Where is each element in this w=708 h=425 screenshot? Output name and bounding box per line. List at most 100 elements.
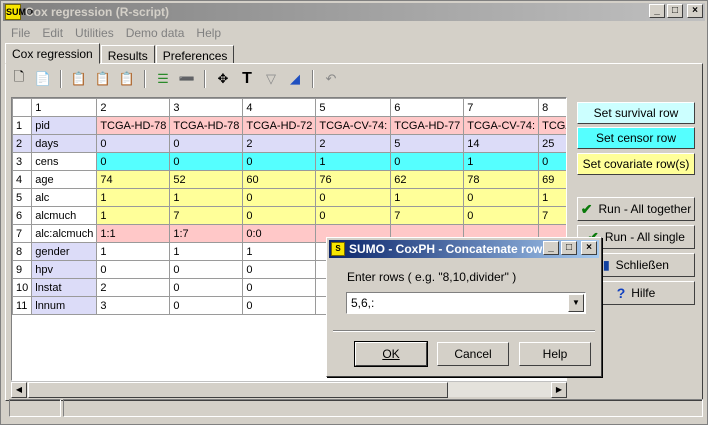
grid-cell[interactable]: 78 — [463, 170, 540, 189]
horizontal-scrollbar[interactable]: ◀ ▶ — [11, 381, 567, 398]
tab-cox-regression[interactable]: Cox regression — [5, 43, 100, 64]
grid-cell[interactable]: 1 — [463, 152, 540, 171]
close-button[interactable]: × — [687, 4, 703, 18]
cancel-button[interactable]: Cancel — [437, 342, 509, 366]
column-header[interactable]: 5 — [315, 98, 392, 117]
grid-cell[interactable]: 5 — [390, 134, 465, 153]
grid-cell[interactable]: 60 — [242, 170, 317, 189]
dialog-close-button[interactable]: × — [581, 241, 597, 255]
grid-cell[interactable]: 0 — [169, 260, 244, 279]
grid-cell[interactable]: 2 — [242, 134, 317, 153]
remove-row-icon[interactable]: ➖ — [177, 69, 197, 89]
dialog-help-button[interactable]: Help — [519, 342, 591, 366]
row-name-cell[interactable]: alcmuch — [31, 206, 98, 225]
row-number[interactable]: 6 — [12, 206, 33, 225]
grid-cell[interactable]: 0 — [242, 152, 317, 171]
dialog-maximize-button[interactable]: □ — [561, 241, 577, 255]
grid-cell[interactable]: 1 — [169, 188, 244, 207]
scroll-left-icon[interactable]: ◀ — [11, 382, 27, 398]
menu-file[interactable]: File — [5, 24, 36, 42]
grid-cell[interactable]: 1 — [538, 188, 566, 207]
grid-cell[interactable]: 2 — [96, 278, 171, 297]
grid-cell[interactable]: 1 — [96, 188, 171, 207]
row-number[interactable]: 10 — [12, 278, 33, 297]
row-name-cell[interactable]: lnnum — [31, 296, 98, 315]
grid-cell[interactable]: TCGA-HD-72 — [242, 116, 317, 135]
grid-cell[interactable]: 0 — [242, 188, 317, 207]
grid-cell[interactable]: 0 — [96, 152, 171, 171]
row-number[interactable]: 11 — [12, 296, 33, 315]
grid-cell[interactable]: 0 — [242, 206, 317, 225]
menu-help[interactable]: Help — [190, 24, 227, 42]
scroll-thumb[interactable] — [28, 382, 448, 398]
grid-cell[interactable]: 14 — [463, 134, 540, 153]
grid-cell[interactable]: 1:7 — [169, 224, 244, 243]
text-icon[interactable]: T — [237, 69, 257, 89]
row-name-cell[interactable]: gender — [31, 242, 98, 261]
filter-icon[interactable]: ▽ — [261, 69, 281, 89]
new-file-icon[interactable]: 🗋 — [9, 69, 29, 89]
set-survival-row-button[interactable]: Set survival row — [577, 102, 695, 124]
row-name-cell[interactable]: age — [31, 170, 98, 189]
grid-cell[interactable]: 3 — [96, 296, 171, 315]
grid-cell[interactable]: 0 — [315, 188, 392, 207]
grid-cell[interactable]: 1 — [315, 152, 392, 171]
run-all-together-button[interactable]: ✔ Run - All together — [577, 197, 695, 221]
paste-icon[interactable]: 📋 — [69, 69, 89, 89]
grid-cell[interactable]: 0 — [169, 278, 244, 297]
grid-cell[interactable]: TCGA- — [538, 116, 566, 135]
dialog-minimize-button[interactable]: _ — [543, 241, 559, 255]
maximize-button[interactable]: □ — [667, 4, 683, 18]
grid-cell[interactable]: 2 — [315, 134, 392, 153]
row-number[interactable]: 7 — [12, 224, 33, 243]
grid-cell[interactable]: 0 — [96, 134, 171, 153]
column-header[interactable]: 7 — [463, 98, 540, 117]
row-name-cell[interactable]: hpv — [31, 260, 98, 279]
grid-cell[interactable]: 0 — [242, 278, 317, 297]
row-number[interactable]: 8 — [12, 242, 33, 261]
menu-utilities[interactable]: Utilities — [69, 24, 120, 42]
grid-cell[interactable]: 69 — [538, 170, 566, 189]
grid-cell[interactable]: 0 — [315, 206, 392, 225]
row-number[interactable]: 1 — [12, 116, 33, 135]
grid-cell[interactable]: 0 — [96, 260, 171, 279]
set-covariate-rows-button[interactable]: Set covariate row(s) — [577, 153, 695, 175]
row-name-cell[interactable]: pid — [31, 116, 98, 135]
row-name-cell[interactable]: days — [31, 134, 98, 153]
row-number[interactable]: 9 — [12, 260, 33, 279]
menu-demo-data[interactable]: Demo data — [120, 24, 191, 42]
column-header[interactable]: 3 — [169, 98, 244, 117]
grid-cell[interactable]: 1 — [96, 242, 171, 261]
grid-cell[interactable]: 1 — [390, 188, 465, 207]
grid-cell[interactable]: 0:0 — [242, 224, 317, 243]
row-name-cell[interactable]: cens — [31, 152, 98, 171]
grid-cell[interactable]: 0 — [538, 152, 566, 171]
grid-cell[interactable]: 62 — [390, 170, 465, 189]
chevron-down-icon[interactable]: ▼ — [568, 294, 584, 312]
grid-cell[interactable]: 0 — [242, 260, 317, 279]
grid-cell[interactable]: TCGA-HD-77 — [390, 116, 465, 135]
column-header[interactable]: 4 — [242, 98, 317, 117]
grid-cell[interactable]: 0 — [390, 152, 465, 171]
grid-cell[interactable]: 0 — [169, 134, 244, 153]
row-number[interactable]: 4 — [12, 170, 33, 189]
clipboard-icon[interactable]: 📋 — [117, 69, 137, 89]
grid-cell[interactable]: 25 — [538, 134, 566, 153]
open-file-icon[interactable]: 📄 — [33, 69, 53, 89]
column-header[interactable]: 8 — [538, 98, 566, 117]
grid-cell[interactable]: 7 — [169, 206, 244, 225]
row-name-cell[interactable]: alc — [31, 188, 98, 207]
grid-cell[interactable]: 1 — [96, 206, 171, 225]
grid-cell[interactable]: 0 — [463, 206, 540, 225]
tab-results[interactable]: Results — [100, 45, 155, 64]
minimize-button[interactable]: _ — [649, 4, 665, 18]
grid-cell[interactable]: 0 — [463, 188, 540, 207]
set-censor-row-button[interactable]: Set censor row — [577, 127, 695, 149]
column-header[interactable]: 2 — [96, 98, 171, 117]
grid-cell[interactable]: TCGA-CV-74: — [463, 116, 540, 135]
menu-edit[interactable]: Edit — [36, 24, 69, 42]
column-header[interactable]: 6 — [390, 98, 465, 117]
grid-cell[interactable]: TCGA-HD-78 — [169, 116, 244, 135]
chart-icon[interactable]: ◢ — [285, 69, 305, 89]
paste-special-icon[interactable]: 📋 — [93, 69, 113, 89]
